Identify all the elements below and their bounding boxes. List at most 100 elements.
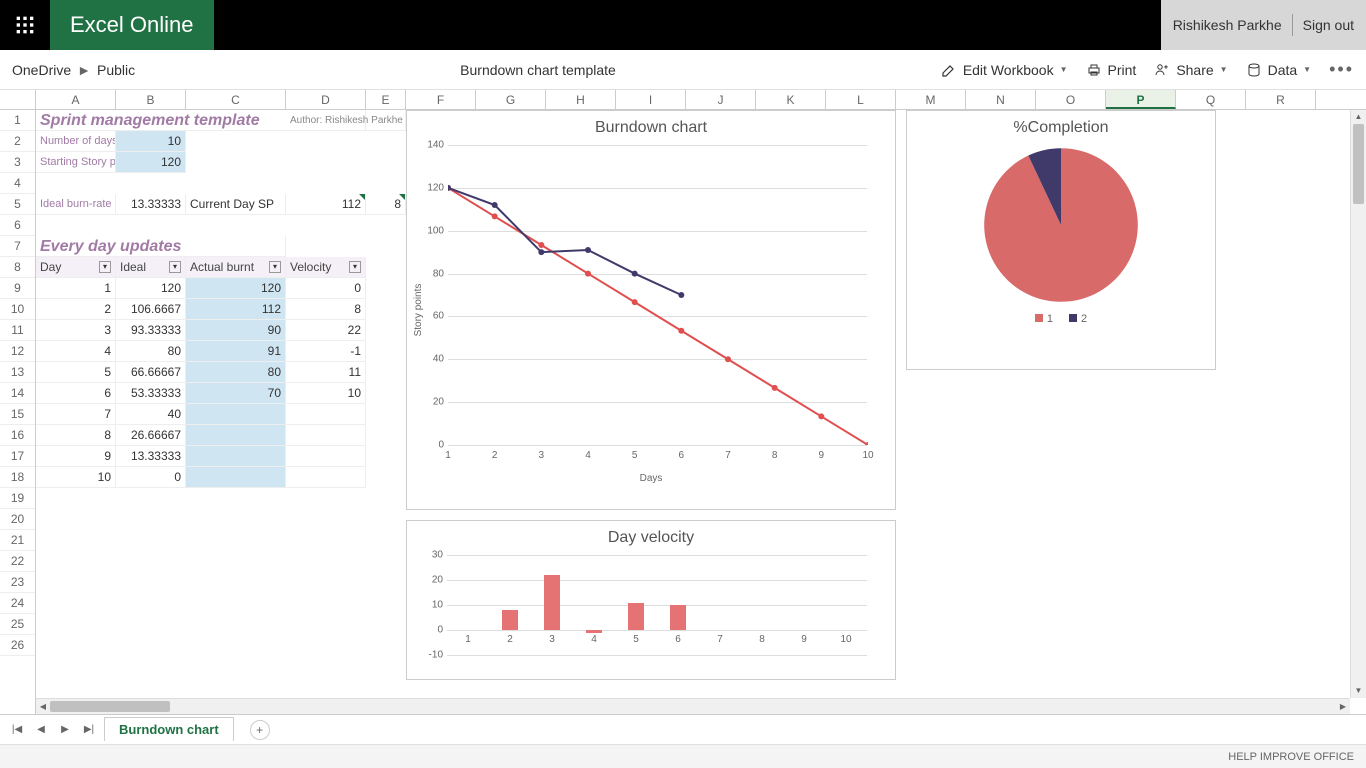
row-header-7[interactable]: 7 bbox=[0, 236, 35, 257]
user-name[interactable]: Rishikesh Parkhe bbox=[1173, 17, 1282, 33]
column-header-I[interactable]: I bbox=[616, 90, 686, 109]
table-cell-ideal[interactable]: 0 bbox=[116, 467, 186, 488]
table-cell-velocity[interactable]: 11 bbox=[286, 362, 366, 383]
table-cell-velocity[interactable]: 10 bbox=[286, 383, 366, 404]
row-header-11[interactable]: 11 bbox=[0, 320, 35, 341]
table-cell-velocity[interactable]: 8 bbox=[286, 299, 366, 320]
row-header-15[interactable]: 15 bbox=[0, 404, 35, 425]
help-improve-link[interactable]: HELP IMPROVE OFFICE bbox=[1228, 751, 1354, 763]
current-day-label[interactable]: Current Day SP bbox=[186, 194, 286, 215]
column-header-E[interactable]: E bbox=[366, 90, 406, 109]
ideal-rate-label[interactable]: Ideal burn-rate bbox=[36, 194, 116, 215]
share-button[interactable]: + Share ▼ bbox=[1154, 62, 1227, 78]
breadcrumb-root[interactable]: OneDrive bbox=[12, 62, 71, 78]
col-header-actual[interactable]: Actual burnt▾ bbox=[186, 257, 286, 278]
column-header-A[interactable]: A bbox=[36, 90, 116, 109]
sheet-nav-prev[interactable]: ◀ bbox=[32, 724, 50, 735]
more-options-button[interactable]: ••• bbox=[1329, 59, 1354, 80]
print-button[interactable]: Print bbox=[1086, 62, 1137, 78]
sheet-nav-first[interactable]: |◀ bbox=[8, 724, 26, 735]
column-header-J[interactable]: J bbox=[686, 90, 756, 109]
current-day-value[interactable]: 112 bbox=[286, 194, 366, 215]
table-cell-actual[interactable]: 112 bbox=[186, 299, 286, 320]
row-header-3[interactable]: 3 bbox=[0, 152, 35, 173]
row-header-23[interactable]: 23 bbox=[0, 572, 35, 593]
table-cell-velocity[interactable]: 22 bbox=[286, 320, 366, 341]
row-header-17[interactable]: 17 bbox=[0, 446, 35, 467]
grid-cells[interactable]: Sprint management templateAuthor: Rishik… bbox=[36, 110, 1366, 714]
select-all-corner[interactable] bbox=[0, 90, 36, 109]
filter-dropdown-icon[interactable]: ▾ bbox=[99, 261, 111, 273]
table-cell-actual[interactable]: 91 bbox=[186, 341, 286, 362]
table-cell-day[interactable]: 6 bbox=[36, 383, 116, 404]
scroll-left-arrow[interactable]: ◀ bbox=[36, 699, 50, 714]
row-header-5[interactable]: 5 bbox=[0, 194, 35, 215]
table-cell-actual[interactable]: 120 bbox=[186, 278, 286, 299]
row-header-6[interactable]: 6 bbox=[0, 215, 35, 236]
updates-label[interactable]: Every day updates bbox=[36, 236, 286, 257]
velocity-bar-chart[interactable]: Day velocity-10010203012345678910 bbox=[406, 520, 896, 680]
sign-out-link[interactable]: Sign out bbox=[1303, 17, 1354, 33]
table-cell-ideal[interactable]: 26.66667 bbox=[116, 425, 186, 446]
filter-dropdown-icon[interactable]: ▾ bbox=[349, 261, 361, 273]
scroll-up-arrow[interactable]: ▲ bbox=[1351, 110, 1366, 124]
col-header-ideal[interactable]: Ideal▾ bbox=[116, 257, 186, 278]
row-header-20[interactable]: 20 bbox=[0, 509, 35, 530]
sheet-tab-active[interactable]: Burndown chart bbox=[104, 717, 234, 741]
column-header-L[interactable]: L bbox=[826, 90, 896, 109]
row-header-19[interactable]: 19 bbox=[0, 488, 35, 509]
row-header-24[interactable]: 24 bbox=[0, 593, 35, 614]
horizontal-scrollbar[interactable]: ◀ ▶ bbox=[36, 698, 1350, 714]
author-label[interactable]: Author: Rishikesh Parkhe bbox=[286, 110, 406, 131]
table-cell-actual[interactable] bbox=[186, 446, 286, 467]
row-header-1[interactable]: 1 bbox=[0, 110, 35, 131]
num-days-value[interactable]: 10 bbox=[116, 131, 186, 152]
scroll-right-arrow[interactable]: ▶ bbox=[1336, 699, 1350, 714]
sheet-nav-next[interactable]: ▶ bbox=[56, 724, 74, 735]
sheet-nav-last[interactable]: ▶| bbox=[80, 724, 98, 735]
data-button[interactable]: Data ▼ bbox=[1246, 62, 1312, 78]
row-header-16[interactable]: 16 bbox=[0, 425, 35, 446]
filter-dropdown-icon[interactable]: ▾ bbox=[269, 261, 281, 273]
col-header-day[interactable]: Day▾ bbox=[36, 257, 116, 278]
table-cell-velocity[interactable]: -1 bbox=[286, 341, 366, 362]
start-sp-label[interactable]: Starting Story points bbox=[36, 152, 116, 173]
vertical-scrollbar[interactable]: ▲ ▼ bbox=[1350, 110, 1366, 698]
table-cell-actual[interactable] bbox=[186, 425, 286, 446]
burndown-chart[interactable]: Burndown chartStory points02040608010012… bbox=[406, 110, 896, 510]
table-cell-ideal[interactable]: 40 bbox=[116, 404, 186, 425]
row-header-2[interactable]: 2 bbox=[0, 131, 35, 152]
row-header-21[interactable]: 21 bbox=[0, 530, 35, 551]
column-header-H[interactable]: H bbox=[546, 90, 616, 109]
table-cell-actual[interactable]: 90 bbox=[186, 320, 286, 341]
table-cell-ideal[interactable]: 80 bbox=[116, 341, 186, 362]
scroll-down-arrow[interactable]: ▼ bbox=[1351, 684, 1366, 698]
row-header-9[interactable]: 9 bbox=[0, 278, 35, 299]
start-sp-value[interactable]: 120 bbox=[116, 152, 186, 173]
scroll-thumb[interactable] bbox=[1353, 124, 1364, 204]
table-cell-velocity[interactable]: 0 bbox=[286, 278, 366, 299]
add-sheet-button[interactable]: + bbox=[250, 720, 270, 740]
table-cell-ideal[interactable]: 106.6667 bbox=[116, 299, 186, 320]
table-cell-ideal[interactable]: 13.33333 bbox=[116, 446, 186, 467]
table-cell-day[interactable]: 7 bbox=[36, 404, 116, 425]
row-header-12[interactable]: 12 bbox=[0, 341, 35, 362]
table-cell-ideal[interactable]: 120 bbox=[116, 278, 186, 299]
row-header-18[interactable]: 18 bbox=[0, 467, 35, 488]
table-cell-velocity[interactable] bbox=[286, 446, 366, 467]
column-header-P[interactable]: P bbox=[1106, 90, 1176, 109]
table-cell-day[interactable]: 8 bbox=[36, 425, 116, 446]
table-cell-day[interactable]: 9 bbox=[36, 446, 116, 467]
column-header-B[interactable]: B bbox=[116, 90, 186, 109]
table-cell-actual[interactable]: 70 bbox=[186, 383, 286, 404]
row-header-4[interactable]: 4 bbox=[0, 173, 35, 194]
current-day-extra[interactable]: 8 bbox=[366, 194, 406, 215]
table-cell-actual[interactable]: 80 bbox=[186, 362, 286, 383]
table-cell-actual[interactable] bbox=[186, 467, 286, 488]
table-cell-actual[interactable] bbox=[186, 404, 286, 425]
table-cell-velocity[interactable] bbox=[286, 425, 366, 446]
table-cell-ideal[interactable]: 53.33333 bbox=[116, 383, 186, 404]
table-cell-velocity[interactable] bbox=[286, 467, 366, 488]
app-launcher-button[interactable] bbox=[0, 0, 50, 50]
table-cell-velocity[interactable] bbox=[286, 404, 366, 425]
